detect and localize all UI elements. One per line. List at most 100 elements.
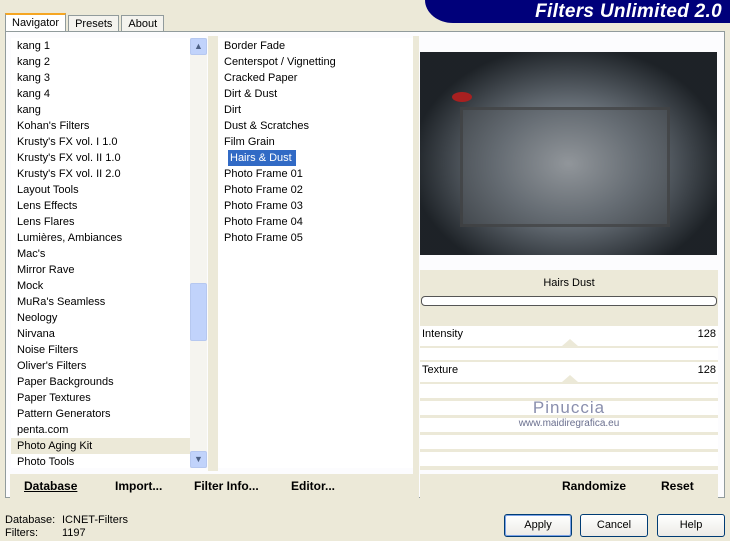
divider [208, 36, 218, 471]
list-item[interactable]: Photo Frame 02 [218, 182, 413, 198]
list-item-label: Pattern Generators [17, 408, 111, 420]
scroll-thumb[interactable] [190, 283, 207, 341]
list-item-label: Krusty's FX vol. II 1.0 [17, 152, 121, 164]
list-item[interactable]: Centerspot / Vignetting [218, 54, 413, 70]
list-item[interactable]: Photo Tools [11, 454, 190, 470]
list-item-label: Dust & Scratches [224, 120, 309, 132]
list-item[interactable]: Mirror Rave [11, 262, 190, 278]
empty-row [420, 384, 718, 398]
list-item[interactable]: Dust & Scratches [218, 118, 413, 134]
empty-row [420, 435, 718, 449]
list-item[interactable]: Oliver's Filters [11, 358, 190, 374]
import-button[interactable]: Import... [115, 479, 162, 493]
editor-button[interactable]: Editor... [291, 479, 335, 493]
list-item-label: Mac's [17, 248, 46, 260]
watermark-name: Pinuccia [532, 398, 606, 417]
list-item[interactable]: Dirt [218, 102, 413, 118]
list-item[interactable]: Paper Backgrounds [11, 374, 190, 390]
list-item[interactable]: penta.com [11, 422, 190, 438]
list-item[interactable]: Mock [11, 278, 190, 294]
slider-label: Intensity [422, 328, 463, 340]
database-label: Database: [5, 514, 56, 526]
list-item[interactable]: Lens Effects [11, 198, 190, 214]
filter-list[interactable]: Border Fade Centerspot / Vignetting Cracke… [218, 38, 413, 468]
list-item-label: Photo Frame 03 [224, 200, 303, 212]
list-item-label: Oliver's Filters [17, 360, 87, 372]
list-item[interactable]: kang 1 [11, 38, 190, 54]
list-item[interactable]: Kohan's Filters [11, 118, 190, 134]
list-item-label: Lumières, Ambiances [17, 232, 123, 244]
filters-label: Filters: [5, 527, 38, 539]
slider-texture[interactable]: Texture 128 [420, 362, 718, 382]
database-value: ICNET-Filters [62, 514, 128, 526]
list-item[interactable]: Photo Frame 05 [218, 230, 413, 246]
list-item-label: Cracked Paper [224, 72, 298, 84]
scroll-down-icon[interactable]: ▼ [190, 451, 207, 468]
list-item[interactable]: kang [11, 102, 190, 118]
cancel-button[interactable]: Cancel [580, 514, 648, 537]
list-item[interactable]: Cracked Paper [218, 70, 413, 86]
list-item[interactable]: Film Grain [218, 134, 413, 150]
slider-thumb[interactable] [562, 339, 578, 346]
list-item-label: kang 2 [17, 56, 51, 68]
help-button[interactable]: Help [657, 514, 725, 537]
list-item[interactable]: Photo Frame 01 [218, 166, 413, 182]
list-item-label: Paper Textures [17, 392, 91, 404]
list-item[interactable]: Photo Frame 03 [218, 198, 413, 214]
slider-intensity[interactable]: Intensity 128 [420, 326, 718, 346]
list-item[interactable]: Photo Frame 04 [218, 214, 413, 230]
slider-thumb[interactable] [562, 375, 578, 382]
list-item-label: Kohan's Filters [17, 120, 90, 132]
list-item[interactable]: kang 3 [11, 70, 190, 86]
list-item[interactable]: MuRa's Seamless [11, 294, 190, 310]
list-item[interactable]: Noise Filters [11, 342, 190, 358]
randomize-button[interactable]: Randomize [562, 479, 626, 493]
watermark-url: www.maidiregrafica.eu [518, 418, 620, 429]
list-item-label: Krusty's FX vol. I 1.0 [17, 136, 118, 148]
list-item-label: Centerspot / Vignetting [224, 56, 336, 68]
filter-info-button[interactable]: Filter Info... [194, 479, 259, 493]
apply-button[interactable]: Apply [504, 514, 572, 537]
scroll-up-icon[interactable]: ▲ [190, 38, 207, 55]
parameter-panel: Hairs Dust Intensity 128 Texture 128 Pin… [420, 270, 718, 470]
list-item-label: Lens Effects [17, 200, 78, 212]
list-item[interactable]: kang 2 [11, 54, 190, 70]
status-info: Database: ICNET-Filters Filters: 1197 [5, 514, 128, 540]
list-item[interactable]: Lens Flares [11, 214, 190, 230]
reset-button[interactable]: Reset [661, 479, 694, 493]
list-item-label: Paper Backgrounds [17, 376, 114, 388]
database-button[interactable]: Database [24, 479, 77, 493]
list-item[interactable]: Paper Textures [11, 390, 190, 406]
list-item[interactable]: Lumières, Ambiances [11, 230, 190, 246]
slider-label: Texture [422, 364, 459, 376]
category-list[interactable]: kang 1 kang 2 kang 3 kang 4 kang Kohan's Filt… [11, 38, 190, 468]
list-item-label: Layout Tools [17, 184, 79, 196]
list-item-label: Mock [17, 280, 44, 292]
list-item[interactable]: Nirvana [11, 326, 190, 342]
list-item[interactable]: Layout Tools [11, 182, 190, 198]
list-item-label: Mirror Rave [17, 264, 75, 276]
list-item-label: Hairs & Dust [228, 150, 296, 166]
list-item[interactable]: Krusty's FX vol. II 2.0 [11, 166, 190, 182]
list-item-label: Krusty's FX vol. II 2.0 [17, 168, 121, 180]
filters-count: 1197 [62, 527, 86, 539]
app-title-banner: Filters Unlimited 2.0 [425, 0, 730, 23]
list-item[interactable]: Border Fade [218, 38, 413, 54]
category-scrollbar[interactable]: ▲ ▼ [190, 38, 207, 468]
list-item[interactable]: Krusty's FX vol. II 1.0 [11, 150, 190, 166]
list-item[interactable]: Dirt & Dust [218, 86, 413, 102]
list-item-label: kang 1 [17, 40, 51, 52]
slider-value: 128 [697, 364, 716, 376]
list-item[interactable]: kang 4 [11, 86, 190, 102]
list-item[interactable]: Neology [11, 310, 190, 326]
list-item[interactable]: Mac's [11, 246, 190, 262]
list-item-label: Lens Flares [17, 216, 75, 228]
filter-progress [421, 296, 717, 306]
list-item[interactable]: Hairs & Dust [218, 150, 413, 166]
list-item[interactable]: Photo Aging Kit [11, 438, 190, 454]
list-item[interactable]: Krusty's FX vol. I 1.0 [11, 134, 190, 150]
tab-bar: Navigator Presets About [5, 12, 166, 34]
list-item-label: MuRa's Seamless [17, 296, 106, 308]
list-item[interactable]: Pattern Generators [11, 406, 190, 422]
list-item-label: penta.com [17, 424, 69, 436]
